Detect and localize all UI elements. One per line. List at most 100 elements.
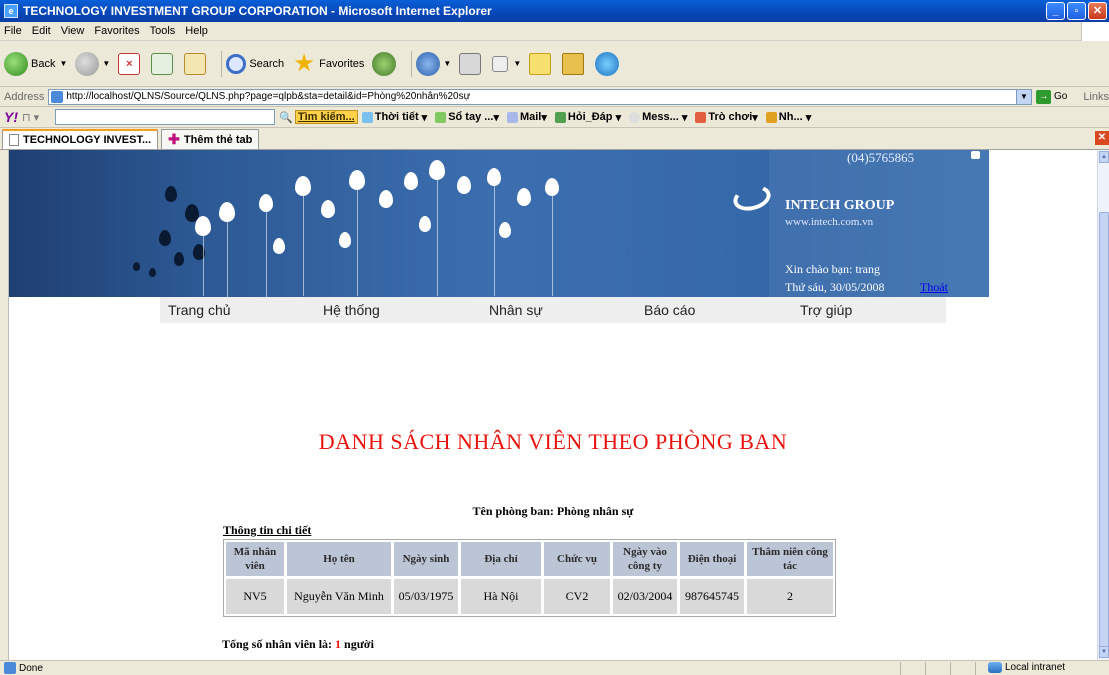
cell-employee-id: NV5 (225, 578, 285, 615)
stem-decoration (357, 190, 358, 296)
menu-favorites[interactable]: Favorites (94, 25, 139, 37)
menu-view[interactable]: View (61, 25, 85, 37)
flower-decoration (195, 216, 211, 236)
tab-technology-invest[interactable]: TECHNOLOGY INVEST... (2, 129, 159, 149)
media-icon[interactable] (372, 51, 397, 76)
yahoo-menu-icon[interactable]: ⊓ ▾ (22, 111, 39, 124)
back-dropdown-icon[interactable]: ▼ (59, 59, 67, 68)
address-dropdown-icon[interactable]: ▼ (1015, 89, 1031, 104)
flower-decoration (487, 168, 501, 186)
nav-personnel[interactable]: Nhân sự (489, 302, 543, 318)
flower-decoration (321, 200, 335, 218)
home-icon[interactable] (184, 52, 207, 75)
flower-decoration (273, 238, 285, 254)
messenger-icon[interactable] (595, 51, 620, 76)
status-divider (950, 662, 951, 675)
menu-file[interactable]: File (4, 25, 22, 37)
favorites-button[interactable]: ★ Favorites (292, 47, 364, 81)
search-button[interactable]: Search (226, 47, 284, 81)
edit-icon[interactable] (492, 55, 509, 72)
yahoo-toolbar: Y! ⊓ ▾ 🔍 Tìm kiếm... Thời tiết ▾ Sổ tay … (0, 107, 1109, 128)
nav-help[interactable]: Trợ giúp (800, 302, 852, 318)
department-name: Tên phòng ban: Phòng nhân sự (472, 504, 634, 518)
flower-decoration (339, 232, 351, 248)
print-icon[interactable] (459, 52, 482, 75)
table-header-row: Mã nhân viên Họ tên Ngày sinh Địa chỉ Ch… (225, 541, 834, 577)
forward-button[interactable]: ▼ (75, 47, 110, 81)
tab-new-tab[interactable]: ✚ Thêm thẻ tab (161, 129, 260, 149)
edit-dropdown-icon[interactable]: ▼ (513, 59, 521, 68)
yahoo-answers[interactable]: Hỏi_Đáp ▾ (554, 111, 621, 124)
total-unit: người (341, 637, 374, 651)
close-tab-icon[interactable]: ✕ (1095, 131, 1109, 145)
nav-system[interactable]: Hệ thống (323, 302, 380, 318)
scroll-thumb[interactable] (1099, 212, 1109, 658)
forward-arrow-icon (75, 51, 100, 76)
yahoo-more[interactable]: Nh... ▾ (765, 111, 811, 124)
mail-icon (506, 111, 518, 123)
cell-start-date: 02/03/2004 (612, 578, 678, 615)
back-button[interactable]: Back ▼ (4, 47, 67, 81)
address-url[interactable]: http://localhost/QLNS/Source/QLNS.php?pa… (66, 91, 470, 102)
minimize-button[interactable]: _ (1046, 2, 1065, 20)
history-icon[interactable] (416, 51, 441, 76)
tab-label: TECHNOLOGY INVEST... (23, 134, 152, 146)
logout-link[interactable]: Thoát (920, 280, 948, 295)
table-row: NV5 Nguyễn Văn Minh 05/03/1975 Hà Nội CV… (225, 578, 834, 615)
refresh-icon[interactable] (151, 52, 174, 75)
menu-tools[interactable]: Tools (150, 25, 176, 37)
go-button[interactable]: → Go (1035, 89, 1067, 104)
go-arrow-icon: → (1035, 89, 1051, 104)
address-input[interactable]: http://localhost/QLNS/Source/QLNS.php?pa… (48, 88, 1032, 105)
security-zone[interactable]: Local intranet (988, 662, 1065, 673)
folder-icon[interactable] (529, 52, 552, 75)
yahoo-logo-icon[interactable]: Y! (4, 109, 18, 125)
detail-info-link[interactable]: Thông tin chi tiết (223, 523, 311, 538)
stem-decoration (227, 222, 228, 297)
cell-phone: 987645745 (679, 578, 745, 615)
flower-decoration (517, 188, 531, 206)
column-header: Chức vụ (543, 541, 611, 577)
yahoo-search-input[interactable] (55, 109, 276, 125)
cell-full-name: Nguyễn Văn Minh (286, 578, 392, 615)
nav-reports[interactable]: Báo cáo (644, 302, 695, 318)
scroll-down-icon[interactable]: ▼ (1099, 646, 1109, 658)
links-button[interactable]: Links (1083, 91, 1109, 103)
status-divider (975, 662, 976, 675)
status-text: Done (19, 662, 43, 674)
yahoo-mail[interactable]: Mail ▾ (506, 111, 547, 124)
phone-number: (04)5765865 (847, 150, 915, 165)
tab-label: Thêm thẻ tab (183, 133, 253, 146)
yahoo-notebook[interactable]: Sổ tay ... ▾ (435, 111, 499, 124)
menu-edit[interactable]: Edit (32, 25, 51, 37)
column-header: Thâm niên công tác (746, 541, 834, 577)
yahoo-games[interactable]: Trò chơi ▾ (695, 111, 758, 124)
yahoo-weather[interactable]: Thời tiết ▾ (361, 111, 427, 124)
history-dropdown-icon[interactable]: ▼ (443, 59, 451, 68)
weather-icon (361, 111, 373, 123)
close-button[interactable]: ✕ (1088, 2, 1107, 20)
yahoo-messenger[interactable]: Mess... ▾ (629, 111, 687, 124)
favorites-star-icon: ★ (293, 49, 315, 77)
page-title: DANH SÁCH NHÂN VIÊN THEO PHÒNG BAN (318, 429, 788, 454)
toolbar-separator (411, 50, 413, 77)
vertical-scrollbar[interactable]: ▲ ▼ (1097, 150, 1109, 660)
cell-address: Hà Nội (460, 578, 542, 615)
company-website: www.intech.com.vn (785, 216, 874, 228)
total-label: Tổng số nhân viên là: (222, 637, 336, 651)
employee-total: Tổng số nhân viên là: 1 người (222, 637, 374, 652)
flower-decoration (259, 194, 273, 212)
company-name: INTECH GROUP (785, 198, 895, 213)
employee-table: Mã nhân viên Họ tên Ngày sinh Địa chỉ Ch… (223, 539, 836, 617)
yahoo-search-button[interactable]: Tìm kiếm... (294, 110, 358, 124)
menu-help[interactable]: Help (185, 25, 208, 37)
forward-dropdown-icon[interactable]: ▼ (102, 59, 110, 68)
nav-home[interactable]: Trang chủ (168, 302, 231, 318)
stop-icon[interactable]: × (118, 52, 141, 75)
main-nav: Trang chủ Hệ thống Nhân sự Báo cáo Trợ g… (160, 297, 946, 323)
scroll-up-icon[interactable]: ▲ (1099, 151, 1109, 163)
windows-logo-icon (1081, 22, 1109, 41)
research-icon[interactable] (562, 52, 585, 75)
search-icon (226, 53, 247, 74)
maximize-button[interactable]: ▫ (1067, 2, 1086, 20)
